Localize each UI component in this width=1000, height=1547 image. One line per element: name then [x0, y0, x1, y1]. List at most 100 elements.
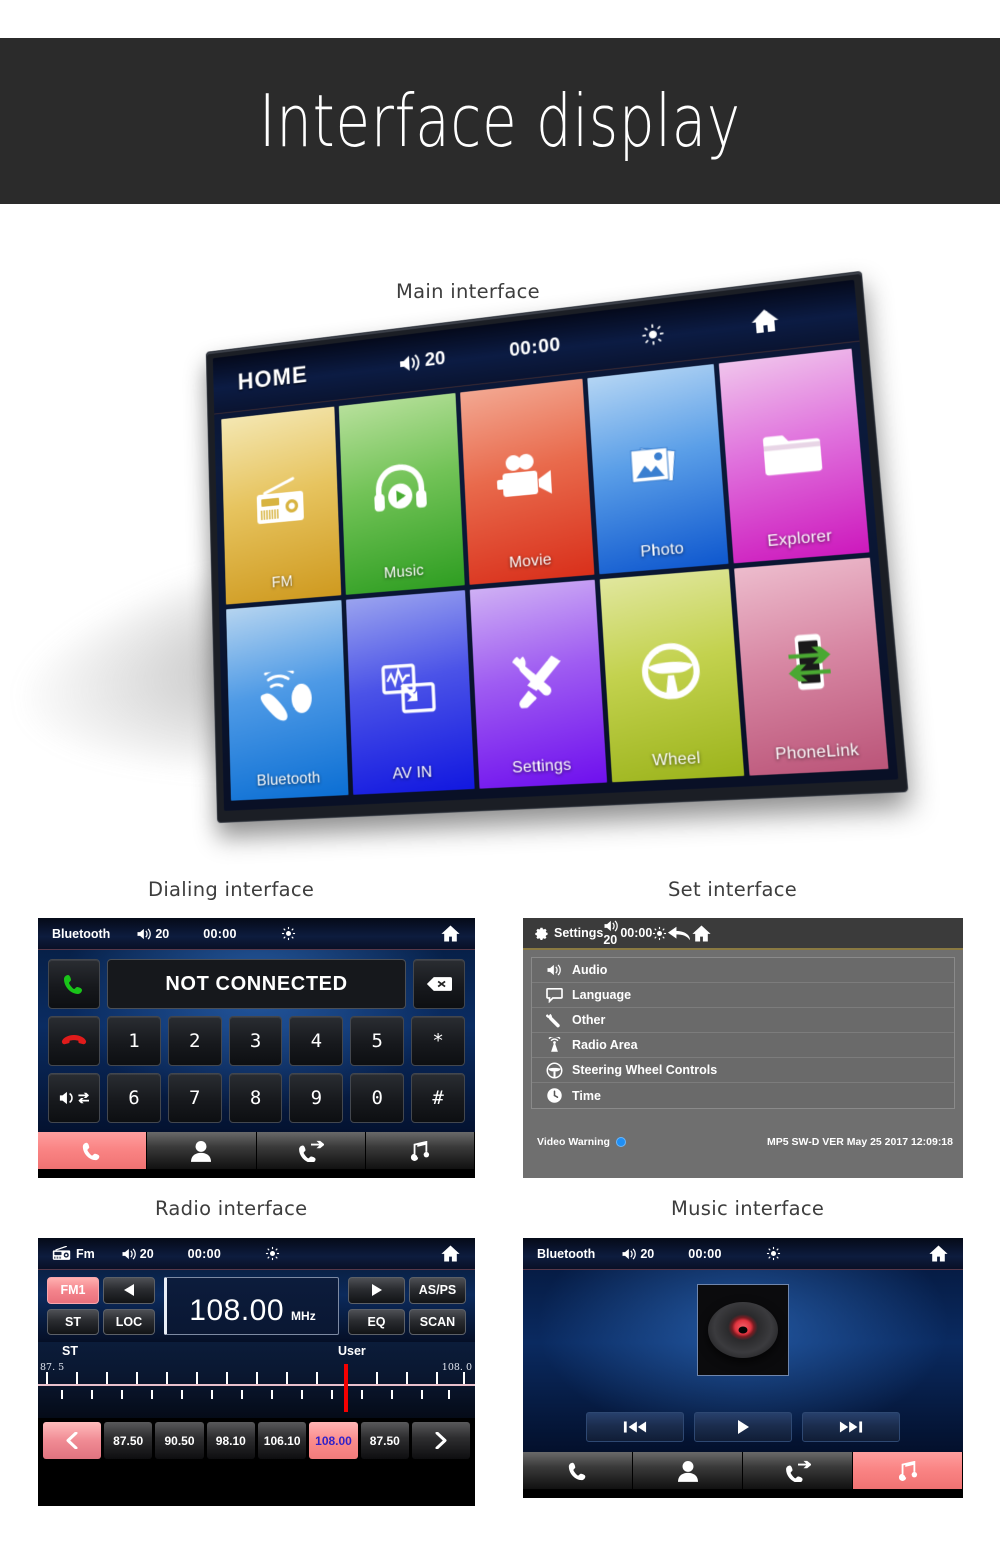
local-button[interactable]: LOC	[103, 1308, 155, 1335]
stereo-button[interactable]: ST	[47, 1308, 99, 1335]
home-icon[interactable]	[748, 306, 781, 336]
settings-item-label: Steering Wheel Controls	[572, 1063, 718, 1077]
tile-phonelink[interactable]: PhoneLink	[734, 557, 889, 776]
tile-movie[interactable]: Movie	[460, 378, 595, 585]
brightness-icon[interactable]	[766, 1246, 781, 1261]
preset-prev-page-button[interactable]	[43, 1422, 101, 1459]
call-history-icon	[785, 1460, 811, 1482]
key-1[interactable]: 1	[107, 1016, 161, 1066]
brightness-icon[interactable]	[265, 1246, 280, 1261]
next-station-button[interactable]	[348, 1277, 405, 1304]
scan-button[interactable]: SCAN	[409, 1308, 466, 1335]
tile-fm[interactable]: FM	[221, 406, 341, 605]
settings-item-radio-area[interactable]: Radio Area	[532, 1033, 954, 1058]
nav-music[interactable]	[853, 1452, 963, 1489]
key-2[interactable]: 2	[167, 1016, 222, 1066]
backspace-button[interactable]	[413, 959, 465, 1009]
tile-av-in[interactable]: AV IN	[345, 589, 475, 795]
tile-label: PhoneLink	[774, 741, 860, 764]
nav-phone[interactable]	[523, 1452, 633, 1489]
radio-status-title-group: Fm	[52, 1246, 95, 1261]
play-button[interactable]	[694, 1412, 792, 1442]
tile-music[interactable]: Music	[338, 392, 465, 595]
settings-item-steering-wheel-controls[interactable]: Steering Wheel Controls	[532, 1058, 954, 1083]
settings-item-language[interactable]: Language	[532, 983, 954, 1008]
brightness-icon[interactable]	[652, 926, 667, 941]
phonelink-icon	[781, 630, 839, 693]
key-7[interactable]: 7	[167, 1073, 222, 1123]
key-hash[interactable]: #	[411, 1073, 465, 1123]
dialing-keypad-area: NOT CONNECTED 1 2 3 4 5 * 6 7 8 9 0 #	[38, 950, 475, 1132]
call-answer-button[interactable]	[48, 959, 100, 1009]
home-icon[interactable]	[691, 924, 712, 943]
tile-wheel[interactable]: Wheel	[599, 568, 745, 783]
caption-music-interface: Music interface	[671, 1197, 825, 1220]
nav-music[interactable]	[365, 1132, 475, 1169]
preset-3[interactable]: 98.10	[206, 1422, 255, 1459]
radio-frequency-scale[interactable]: ST User 87. 5 108. 0	[38, 1342, 475, 1418]
music-volume-indicator[interactable]: 20	[621, 1247, 654, 1261]
tile-bluetooth[interactable]: Bluetooth	[226, 599, 349, 801]
band-button[interactable]: FM1	[47, 1277, 99, 1304]
settings-item-audio[interactable]: Audio	[532, 958, 954, 983]
key-5[interactable]: 5	[350, 1016, 405, 1066]
preset-next-page-button[interactable]	[411, 1422, 470, 1459]
dialing-volume-value: 20	[155, 926, 170, 941]
settings-item-other[interactable]: Other	[532, 1008, 954, 1033]
dial-number-display[interactable]: NOT CONNECTED	[107, 959, 406, 1009]
preset-6[interactable]: 87.50	[360, 1422, 409, 1459]
tile-settings[interactable]: Settings	[469, 579, 607, 789]
dialing-bottom-nav	[38, 1132, 475, 1169]
key-9[interactable]: 9	[289, 1073, 344, 1123]
radio-volume-indicator[interactable]: 20	[121, 1247, 154, 1261]
music-status-bar: Bluetooth 20 00:00	[523, 1238, 963, 1270]
settings-volume-indicator[interactable]: 20	[603, 919, 620, 947]
key-8[interactable]: 8	[228, 1073, 283, 1123]
prev-station-button[interactable]	[103, 1277, 155, 1304]
home-icon[interactable]	[440, 924, 461, 943]
video-warning-toggle[interactable]: Video Warning	[537, 1136, 626, 1148]
preset-1[interactable]: 87.50	[104, 1422, 153, 1459]
dialing-volume-indicator[interactable]: 20	[136, 927, 169, 941]
main-tile-grid: FM Music Movie Photo Explorer Bluetooth …	[214, 342, 898, 811]
play-icon	[735, 1419, 751, 1435]
nav-contacts[interactable]	[633, 1452, 743, 1489]
tile-explorer[interactable]: Explorer	[719, 348, 870, 563]
preset-5[interactable]: 108.00	[309, 1422, 358, 1459]
call-end-button[interactable]	[48, 1016, 100, 1066]
nav-phone[interactable]	[38, 1132, 148, 1169]
asps-button[interactable]: AS/PS	[409, 1277, 466, 1304]
preset-4[interactable]: 106.10	[257, 1422, 307, 1459]
brightness-icon[interactable]	[640, 321, 665, 347]
nav-call-history[interactable]	[743, 1452, 853, 1489]
tools-icon	[507, 650, 567, 709]
preset-2[interactable]: 90.50	[155, 1422, 204, 1459]
music-player-area	[523, 1270, 963, 1452]
previous-track-button[interactable]	[586, 1412, 684, 1442]
key-0[interactable]: 0	[350, 1073, 405, 1123]
settings-item-label: Time	[572, 1088, 601, 1103]
main-interface-hero: HOME 20 00:00 FM Music Movie Photo Explo…	[0, 270, 1000, 840]
key-3[interactable]: 3	[228, 1016, 283, 1066]
settings-item-time[interactable]: Time	[532, 1083, 954, 1108]
home-icon[interactable]	[440, 1244, 461, 1263]
audio-transfer-button[interactable]	[48, 1073, 100, 1123]
main-volume-value: 20	[424, 347, 446, 371]
tile-photo[interactable]: Photo	[587, 363, 729, 574]
nav-call-history[interactable]	[256, 1132, 366, 1169]
key-6[interactable]: 6	[107, 1073, 161, 1123]
nav-contacts[interactable]	[147, 1132, 257, 1169]
next-track-button[interactable]	[802, 1412, 900, 1442]
brightness-icon[interactable]	[281, 926, 296, 941]
dialing-interface-panel: Bluetooth 20 00:00 NOT CONNECTED 1 2 3 4…	[38, 918, 475, 1178]
caption-dialing-interface: Dialing interface	[148, 878, 315, 901]
home-icon[interactable]	[928, 1244, 949, 1263]
key-4[interactable]: 4	[289, 1016, 344, 1066]
music-note-icon	[898, 1460, 918, 1481]
eq-button[interactable]: EQ	[348, 1308, 405, 1335]
radio-preset-row: 87.50 90.50 98.10 106.10 108.00 87.50	[38, 1418, 475, 1463]
key-asterisk[interactable]: *	[411, 1016, 465, 1066]
headphones-icon	[371, 461, 431, 518]
main-volume-indicator[interactable]: 20	[398, 348, 446, 375]
back-arrow-icon[interactable]	[667, 925, 691, 942]
